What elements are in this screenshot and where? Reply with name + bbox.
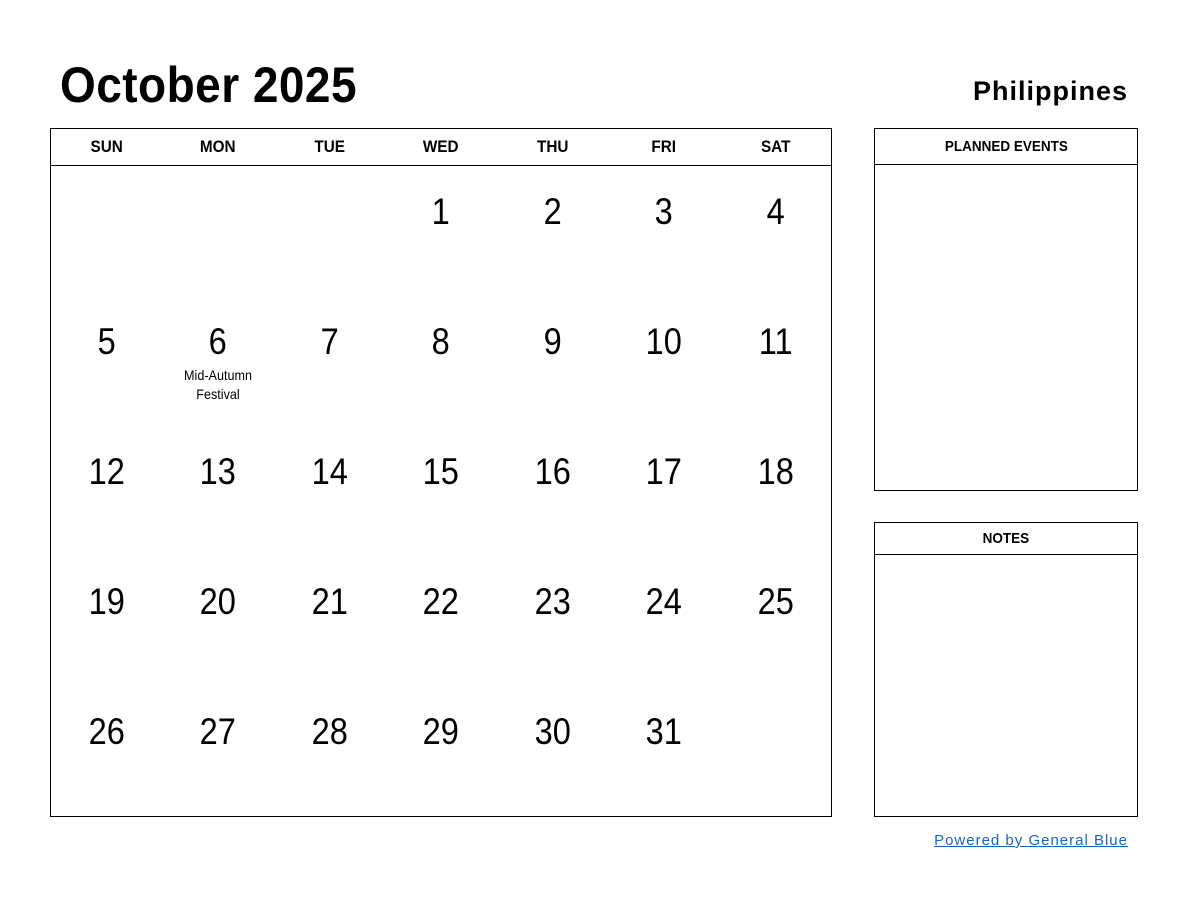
- calendar-grid: SUN MON TUE WED THU FRI SAT 1 2 3 4 5 6 Mid-Au…: [50, 128, 832, 817]
- day-cell[interactable]: 12: [51, 426, 162, 556]
- day-number: 20: [200, 581, 237, 622]
- day-cell[interactable]: 26: [51, 686, 162, 816]
- empty-day-cell: [162, 166, 273, 296]
- day-number: 23: [534, 581, 571, 622]
- day-number: 16: [534, 451, 571, 492]
- day-cell[interactable]: 24: [608, 556, 719, 686]
- day-number: 22: [422, 581, 460, 622]
- day-cell[interactable]: 5: [51, 296, 162, 426]
- day-cell[interactable]: 4: [720, 166, 831, 296]
- day-number: 30: [534, 711, 571, 752]
- day-number: 27: [200, 711, 237, 752]
- day-cell[interactable]: 27: [162, 686, 273, 816]
- planned-events-label: PLANNED EVENTS: [944, 138, 1068, 155]
- day-cell[interactable]: 1: [385, 166, 496, 296]
- day-number: 13: [200, 451, 237, 492]
- day-cell[interactable]: 30: [497, 686, 608, 816]
- day-cell[interactable]: 22: [385, 556, 496, 686]
- weekday-wed: WED: [423, 137, 459, 156]
- day-number: 9: [543, 321, 562, 362]
- notes-label: NOTES: [982, 530, 1030, 547]
- day-cell[interactable]: 7: [274, 296, 385, 426]
- notes-header: NOTES: [875, 523, 1137, 555]
- day-number: 26: [88, 711, 125, 752]
- day-cell[interactable]: 18: [720, 426, 831, 556]
- day-cell[interactable]: 6 Mid-Autumn Festival: [162, 296, 273, 426]
- day-cell[interactable]: 21: [274, 556, 385, 686]
- day-number: 17: [645, 451, 682, 492]
- day-number: 19: [88, 581, 125, 622]
- day-cell[interactable]: 11: [720, 296, 831, 426]
- day-number: 28: [311, 711, 348, 752]
- weekday-header-row: SUN MON TUE WED THU FRI SAT: [51, 129, 831, 166]
- country-label: Philippines: [972, 76, 1128, 106]
- day-cell[interactable]: 28: [274, 686, 385, 816]
- weekday-tue: TUE: [314, 137, 345, 156]
- empty-day-cell: [720, 686, 831, 816]
- weekday-sun: SUN: [90, 137, 123, 156]
- weekday-thu: THU: [536, 137, 569, 156]
- day-number: 29: [422, 711, 460, 752]
- weekday-sat: SAT: [760, 137, 790, 156]
- day-number: 2: [543, 191, 562, 232]
- day-cell[interactable]: 23: [497, 556, 608, 686]
- planned-events-panel: PLANNED EVENTS: [874, 128, 1138, 491]
- day-number: 3: [654, 191, 673, 232]
- holiday-label: Mid-Autumn Festival: [184, 367, 253, 402]
- day-cell[interactable]: 3: [608, 166, 719, 296]
- day-cell[interactable]: 29: [385, 686, 496, 816]
- page-title: October 2025: [60, 57, 358, 113]
- empty-day-cell: [51, 166, 162, 296]
- day-cell[interactable]: 17: [608, 426, 719, 556]
- day-cell[interactable]: 25: [720, 556, 831, 686]
- day-number: 24: [645, 581, 682, 622]
- day-cell[interactable]: 13: [162, 426, 273, 556]
- day-number: 8: [431, 321, 451, 362]
- day-number: 6: [209, 321, 228, 362]
- day-cell[interactable]: 8: [385, 296, 496, 426]
- day-number: 7: [320, 321, 339, 362]
- day-number: 31: [645, 711, 682, 752]
- day-number: 12: [88, 451, 125, 492]
- weekday-fri: FRI: [651, 137, 677, 156]
- day-cell[interactable]: 9: [497, 296, 608, 426]
- powered-by-link[interactable]: Powered by General Blue: [934, 832, 1128, 849]
- day-cell[interactable]: 14: [274, 426, 385, 556]
- day-number: 18: [757, 451, 794, 492]
- weekday-mon: MON: [200, 137, 236, 156]
- day-number: 11: [758, 321, 793, 362]
- day-cell[interactable]: 20: [162, 556, 273, 686]
- day-cell[interactable]: 19: [51, 556, 162, 686]
- notes-panel: NOTES: [874, 522, 1138, 817]
- day-cell[interactable]: 2: [497, 166, 608, 296]
- day-number: 15: [422, 451, 460, 492]
- day-number: 10: [645, 321, 682, 362]
- day-number: 21: [311, 581, 348, 622]
- day-number: 25: [757, 581, 794, 622]
- day-cell[interactable]: 16: [497, 426, 608, 556]
- day-cell[interactable]: 15: [385, 426, 496, 556]
- empty-day-cell: [274, 166, 385, 296]
- day-number: 14: [311, 451, 348, 492]
- planned-events-header: PLANNED EVENTS: [875, 129, 1137, 165]
- day-number: 5: [97, 321, 116, 362]
- day-number: 4: [766, 191, 785, 232]
- calendar-body: 1 2 3 4 5 6 Mid-Autumn Festival 7 8 9 10 11 12 13 14 15…: [51, 166, 831, 816]
- day-cell[interactable]: 31: [608, 686, 719, 816]
- day-cell[interactable]: 10: [608, 296, 719, 426]
- day-number: 1: [431, 191, 451, 232]
